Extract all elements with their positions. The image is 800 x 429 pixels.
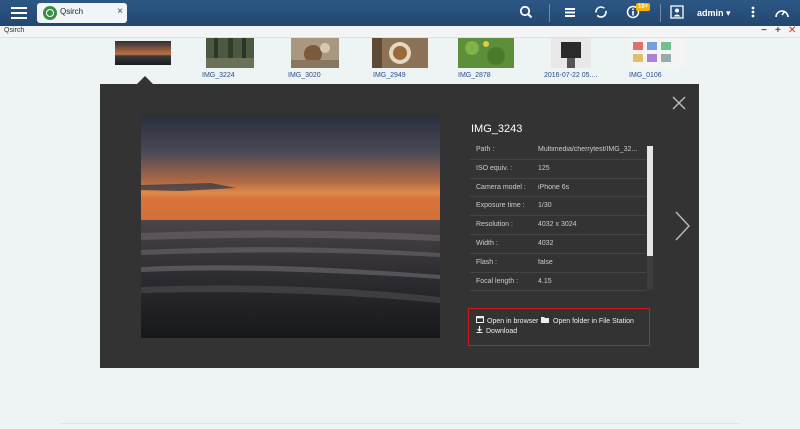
tab-qsirch[interactable]: Qsirch × bbox=[37, 3, 127, 23]
user-menu[interactable]: admin ▾ bbox=[697, 8, 731, 19]
download-link[interactable]: Download bbox=[476, 326, 517, 335]
download-label: Download bbox=[486, 328, 518, 335]
tab-label: Qsirch bbox=[60, 7, 84, 16]
close-panel-icon[interactable] bbox=[672, 96, 686, 110]
metadata-key: Exposure time : bbox=[476, 202, 525, 210]
open-folder-link[interactable]: Open folder in File Station bbox=[541, 316, 634, 325]
divider bbox=[60, 423, 740, 424]
maximize-button[interactable]: + bbox=[775, 25, 781, 36]
metadata-row-resolution: Resolution : 4032 x 3024 bbox=[470, 216, 646, 235]
metadata-row-focal-length: Focal length : 4.15 bbox=[470, 273, 646, 292]
metadata-value: Multimedia/cherrytest/IMG_32... bbox=[538, 146, 638, 153]
thumbnail-2016-07-22[interactable] bbox=[543, 38, 599, 70]
metadata-value: 4.15 bbox=[538, 277, 552, 285]
menu-icon[interactable] bbox=[11, 5, 27, 21]
photo-title: IMG_3243 bbox=[471, 123, 523, 135]
metadata-value: 1/30 bbox=[538, 202, 552, 210]
metadata-row-iso: ISO equiv. : 125 bbox=[470, 160, 646, 179]
qsirch-app-icon bbox=[43, 6, 57, 20]
tab-close-icon[interactable]: × bbox=[117, 6, 123, 17]
metadata-row-flash: Flash : false bbox=[470, 254, 646, 273]
metadata-value: 4032 bbox=[538, 239, 554, 247]
dashboard-icon[interactable] bbox=[774, 5, 790, 21]
metadata-key: Resolution : bbox=[476, 221, 513, 229]
metadata-key: Flash : bbox=[476, 258, 498, 266]
thumbnail-img-3020[interactable] bbox=[287, 38, 343, 70]
browser-window-icon bbox=[476, 316, 484, 325]
metadata-key: ISO equiv. : bbox=[476, 164, 513, 172]
thumbnail-label[interactable]: IMG_0106 bbox=[629, 72, 662, 79]
more-options-icon[interactable] bbox=[745, 5, 761, 21]
folder-open-icon bbox=[541, 316, 550, 325]
scrollbar-thumb[interactable] bbox=[647, 146, 653, 256]
thumbnail-img-2878[interactable] bbox=[458, 38, 514, 70]
metadata-row-path: Path : Multimedia/cherrytest/IMG_32... bbox=[470, 141, 646, 160]
metadata-key: Width : bbox=[476, 239, 498, 247]
notification-badge: 10+ bbox=[636, 3, 651, 11]
thumbnail-img-0106[interactable] bbox=[629, 38, 685, 70]
thumbnail-image bbox=[372, 38, 428, 68]
actions-box: Open in browser Open folder in File Stat… bbox=[468, 308, 650, 346]
metadata-value: iPhone 6s bbox=[538, 183, 570, 191]
thumbnail-img-2949[interactable] bbox=[372, 38, 428, 70]
thumbnail-img-3243[interactable] bbox=[115, 38, 171, 70]
sync-icon[interactable] bbox=[593, 5, 609, 21]
photo-preview[interactable] bbox=[141, 115, 440, 338]
metadata-key: Focal length : bbox=[476, 277, 519, 285]
thumbnail-image bbox=[291, 38, 339, 68]
metadata-value: 125 bbox=[538, 164, 550, 172]
thumbnail-img-3224[interactable] bbox=[202, 38, 258, 70]
open-in-browser-label: Open in browser bbox=[487, 318, 539, 325]
thumbnail-label[interactable]: 2016-07-22 05.... bbox=[544, 72, 597, 79]
divider bbox=[549, 4, 550, 22]
window-title-bar: Qsirch − + ✕ bbox=[0, 25, 800, 38]
thumbnail-image bbox=[551, 38, 591, 68]
next-photo-chevron-icon[interactable] bbox=[673, 210, 691, 242]
top-bar: Qsirch × 10+ admin ▾ bbox=[0, 0, 800, 26]
open-folder-label: Open folder in File Station bbox=[553, 318, 634, 325]
download-icon bbox=[476, 326, 483, 335]
thumbnail-label[interactable]: IMG_2878 bbox=[458, 72, 491, 79]
thumbnail-image bbox=[115, 41, 171, 65]
metadata-key: Path : bbox=[476, 146, 495, 153]
metadata-scrollbar[interactable] bbox=[647, 146, 653, 290]
window-title: Qsirch bbox=[4, 27, 25, 34]
divider bbox=[660, 4, 661, 22]
metadata-value: 4032 x 3024 bbox=[538, 221, 577, 229]
search-icon[interactable] bbox=[518, 5, 534, 21]
thumbnail-image bbox=[458, 38, 514, 68]
minimize-button[interactable]: − bbox=[761, 25, 767, 36]
open-in-browser-link[interactable]: Open in browser bbox=[476, 316, 538, 325]
stack-icon[interactable] bbox=[562, 5, 578, 21]
thumbnail-label[interactable]: IMG_2949 bbox=[373, 72, 406, 79]
user-icon[interactable] bbox=[669, 5, 685, 21]
metadata-row-width: Width : 4032 bbox=[470, 235, 646, 254]
metadata-key: Camera model : bbox=[476, 183, 526, 191]
thumbnail-label[interactable]: IMG_3020 bbox=[288, 72, 321, 79]
metadata-value: false bbox=[538, 258, 553, 266]
thumbnail-image bbox=[206, 38, 254, 68]
thumbnail-label[interactable]: IMG_3224 bbox=[202, 72, 235, 79]
metadata-row-camera: Camera model : iPhone 6s bbox=[470, 179, 646, 198]
metadata-row-exposure: Exposure time : 1/30 bbox=[470, 197, 646, 217]
metadata-table: Path : Multimedia/cherrytest/IMG_32... I… bbox=[470, 141, 646, 292]
sunset-beach-image bbox=[141, 115, 440, 338]
thumbnail-image bbox=[629, 38, 685, 68]
close-window-button[interactable]: ✕ bbox=[788, 25, 796, 36]
